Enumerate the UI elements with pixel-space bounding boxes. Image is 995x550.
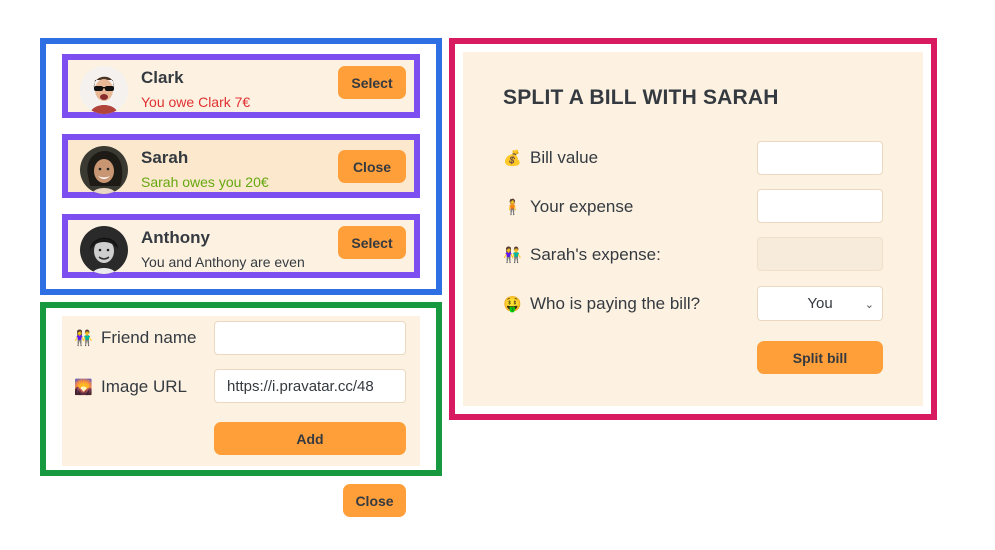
friend-balance: You and Anthony are even [141,254,305,270]
friend-name-input[interactable] [214,321,406,355]
avatar [80,66,128,114]
image-url-label: 🌄 Image URL [74,376,187,398]
add-friend-button[interactable]: Add [214,422,406,455]
friend-item-sarah: Sarah Sarah owes you 20€ Close [62,134,420,198]
friend-expense-label-text: Sarah's expense: [530,245,661,264]
avatar [80,226,128,274]
your-expense-input[interactable] [757,189,883,223]
bill-value-label: 💰 Bill value [503,147,598,169]
friend-name: Sarah [141,148,189,167]
your-expense-label: 🧍 Your expense [503,196,633,218]
friend-name: Clark [141,68,184,87]
select-friend-button[interactable]: Select [338,226,406,259]
money-bag-icon: 💰 [503,150,522,167]
payer-select-value: You [807,295,833,312]
friend-item-clark: Clark You owe Clark 7€ Select [62,54,420,118]
close-friend-button[interactable]: Close [338,150,406,183]
image-url-input[interactable] [214,369,406,403]
friend-name-label-text: Friend name [101,328,197,347]
avatar [80,146,128,194]
payer-select[interactable]: You ⌄ [757,286,883,321]
payer-label: 🤑 Who is paying the bill? [503,293,700,315]
friend-expense-input [757,237,883,271]
money-mouth-face-icon: 🤑 [503,296,522,313]
friend-name-label: 👫 Friend name [74,327,196,349]
close-form-button[interactable]: Close [343,484,406,517]
bill-value-label-text: Bill value [530,148,599,167]
person-standing-icon: 🧍 [503,199,522,216]
landscape-icon: 🌄 [74,379,93,396]
bill-value-input[interactable] [757,141,883,175]
friend-name: Anthony [141,228,210,247]
image-url-label-text: Image URL [101,377,187,396]
friend-expense-label: 👫 Sarah's expense: [503,244,661,266]
select-friend-button[interactable]: Select [338,66,406,99]
chevron-down-icon: ⌄ [864,299,874,311]
split-bill-button[interactable]: Split bill [757,341,883,374]
people-icon: 👫 [74,330,93,347]
split-bill-title: SPLIT A BILL WITH SARAH [503,86,779,109]
friend-balance: Sarah owes you 20€ [141,174,269,190]
payer-label-text: Who is paying the bill? [530,294,701,313]
your-expense-label-text: Your expense [530,197,634,216]
friend-balance: You owe Clark 7€ [141,94,251,110]
people-icon: 👫 [503,247,522,264]
friend-item-anthony: Anthony You and Anthony are even Select [62,214,420,278]
